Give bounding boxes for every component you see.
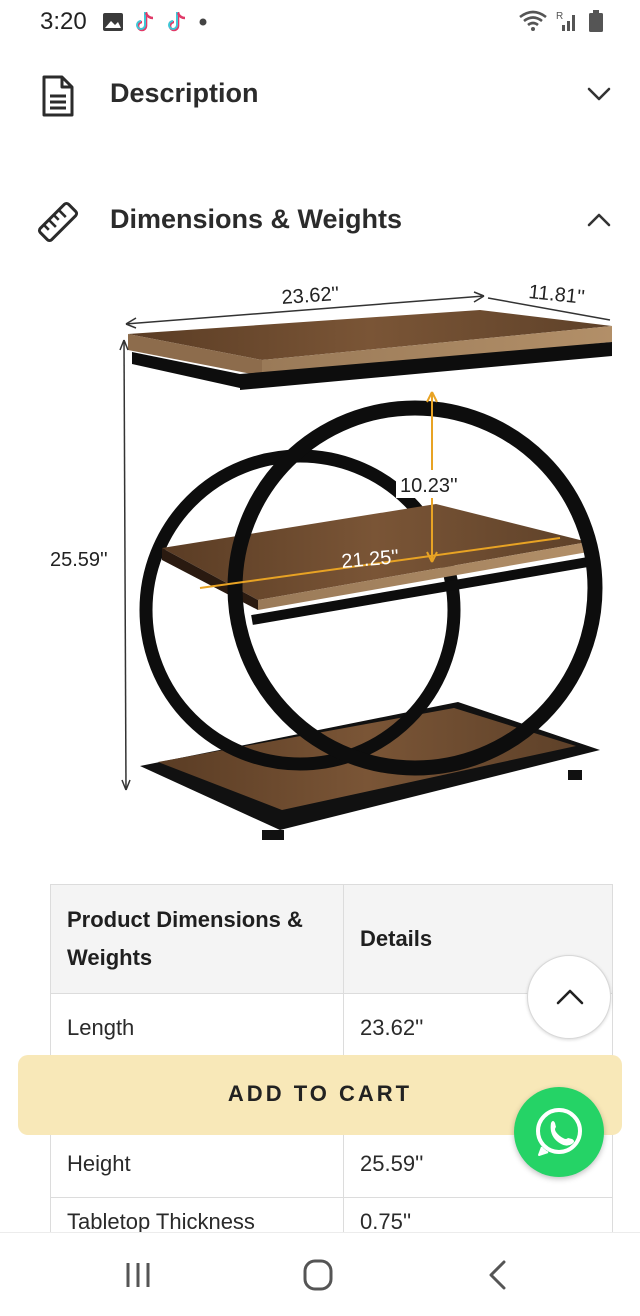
ruler-icon — [37, 201, 79, 243]
shelf-gap-label: 10.23'' — [400, 475, 458, 497]
home-icon[interactable] — [298, 1257, 338, 1293]
table-cell-label: Tabletop Thickness — [50, 1197, 344, 1236]
whatsapp-icon — [536, 1108, 582, 1156]
system-icons: R — [518, 9, 604, 33]
whatsapp-button[interactable] — [514, 1087, 604, 1177]
navigation-bar — [0, 1232, 640, 1316]
table-cell-value: 0.75'' — [343, 1197, 613, 1236]
dimensions-title: Dimensions & Weights — [110, 204, 403, 234]
wifi-icon — [519, 10, 547, 31]
dot-icon — [199, 18, 207, 26]
description-title: Description — [110, 78, 259, 108]
chevron-up-icon — [556, 989, 584, 1005]
recent-apps-icon[interactable] — [118, 1257, 158, 1293]
tiktok-icon — [168, 12, 186, 32]
table-cell-label: Height — [50, 1129, 344, 1198]
tiktok-icon — [136, 12, 154, 32]
status-time: 3:20 — [40, 8, 87, 35]
dimensions-section-header[interactable]: Dimensions & Weights — [0, 190, 640, 250]
product-dimensions-image: 23.62'' 11.81'' 25.59'' 10.23'' 21.25'' — [50, 281, 612, 840]
description-section-header[interactable]: Description — [0, 64, 640, 124]
document-icon — [42, 75, 74, 117]
table-header-cell: Product Dimensions & Weights — [50, 884, 344, 994]
length-dimension-label: 23.62'' — [281, 283, 340, 309]
table-row: Tabletop Thickness 0.75'' — [50, 1197, 613, 1236]
chevron-down-icon[interactable] — [584, 82, 614, 106]
signal-icon: R — [556, 11, 575, 31]
back-icon[interactable] — [478, 1257, 518, 1293]
svg-text:R: R — [556, 11, 563, 22]
chevron-up-icon[interactable] — [584, 208, 614, 232]
table-cell-label: Length — [50, 993, 344, 1062]
battery-icon — [589, 10, 603, 32]
gallery-icon — [103, 13, 123, 31]
scroll-to-top-button[interactable] — [527, 955, 611, 1039]
depth-dimension-label: 11.81'' — [527, 281, 585, 309]
height-dimension-label: 25.59'' — [50, 549, 108, 571]
notification-icons — [102, 10, 208, 34]
status-bar: 3:20 R — [0, 0, 640, 44]
